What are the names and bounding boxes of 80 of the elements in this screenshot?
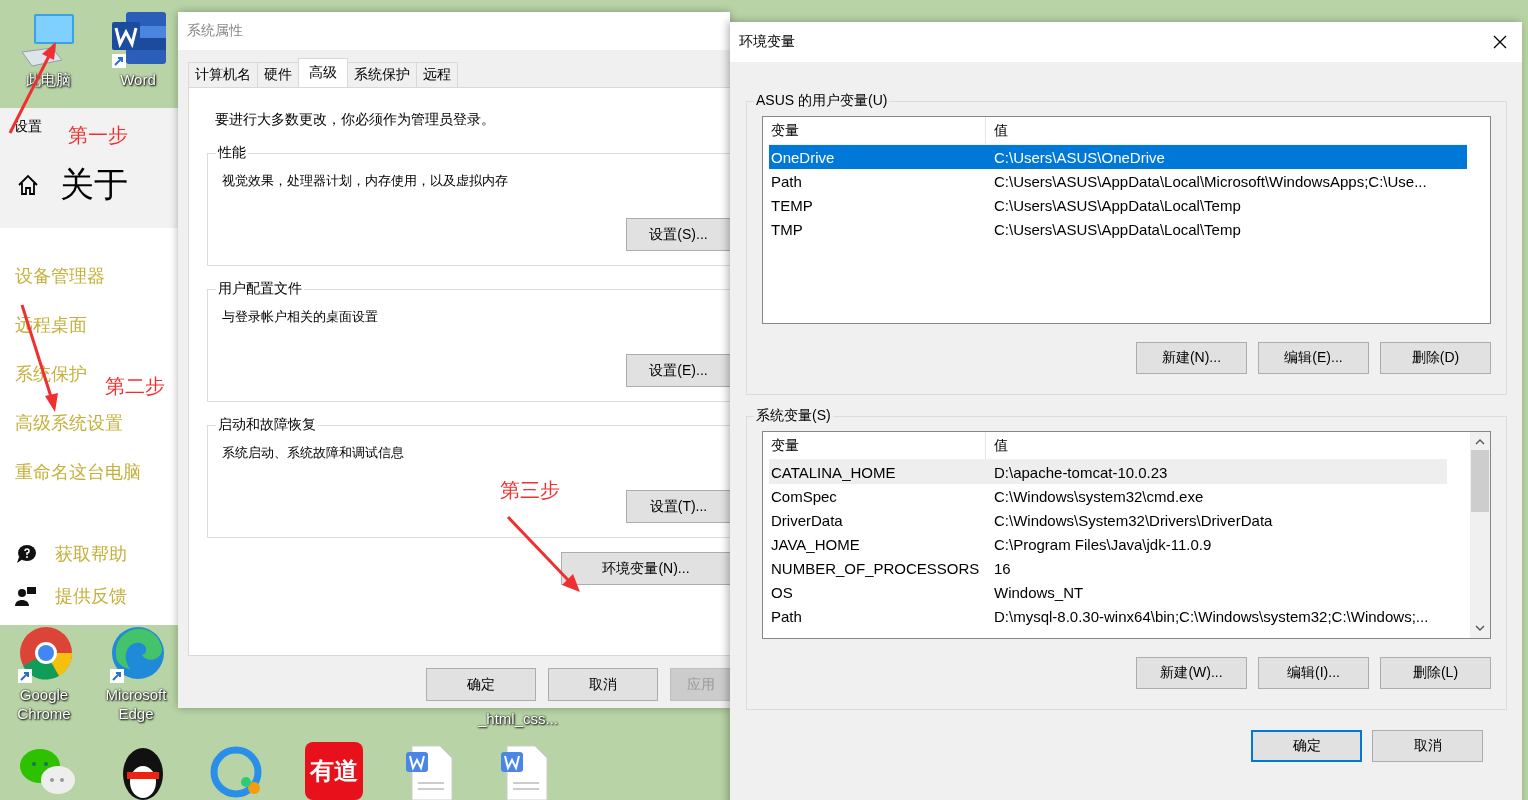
document-icon[interactable] [499,742,551,800]
list-button[interactable]: 编辑(I)... [1258,657,1369,689]
youdao-icon[interactable]: 有道 [305,742,363,800]
column-header[interactable]: 值 [986,117,1467,144]
column-header[interactable]: 值 [986,432,1447,459]
list-button[interactable]: 编辑(E)... [1258,342,1369,374]
tab[interactable]: 计算机名 [188,62,258,87]
scroll-up-icon[interactable] [1475,438,1485,446]
tab[interactable]: 远程 [416,62,458,87]
step-annotation: 第一步 [68,123,128,148]
environment-variables-button[interactable]: 环境变量(N)... [561,552,730,585]
variable-value: C:\Users\ASUS\AppData\Local\Microsoft\WindowsApps;C:\Use... [993,172,1428,190]
variable-name: DriverData [770,511,844,529]
variable-value: Windows_NT [993,583,1085,601]
group-description: 视觉效果，处理器计划，内存使用，以及虚拟内存 [222,172,508,190]
help-icon[interactable] [15,544,37,564]
scrollbar[interactable] [1470,432,1490,638]
variable-name: ComSpec [770,487,838,505]
settings-button[interactable]: 设置(S)... [626,218,730,251]
group-description: 系统启动、系统故障和调试信息 [222,444,404,462]
variable-value: 16 [993,559,1012,577]
variable-row[interactable]: TMP C:\Users\ASUS\AppData\Local\Temp [769,217,1467,241]
variable-value: C:\Windows\System32\Drivers\DriverData [993,511,1274,529]
notice-text: 要进行大多数更改，你必须作为管理员登录。 [215,111,495,129]
variable-row[interactable]: ComSpec C:\Windows\system32\cmd.exe [769,484,1447,508]
dialog-button[interactable]: 取消 [1372,730,1483,762]
variable-row[interactable]: TEMP C:\Users\ASUS\AppData\Local\Temp [769,193,1467,217]
dialog-button[interactable]: 取消 [548,668,659,701]
variable-name: JAVA_HOME [770,535,861,553]
document-icon[interactable] [404,742,456,800]
variable-name: NUMBER_OF_PROCESSORS [770,559,981,577]
group-title: 启动和故障恢复 [217,416,317,434]
variable-value: C:\Users\ASUS\OneDrive [993,148,1166,166]
variable-row[interactable]: OneDrive C:\Users\ASUS\OneDrive [769,145,1467,169]
variable-value: D:\apache-tomcat-10.0.23 [993,463,1169,481]
variable-value: C:\Windows\system32\cmd.exe [993,487,1205,505]
list-button[interactable]: 删除(D) [1380,342,1491,374]
variable-row[interactable]: OS Windows_NT [769,580,1447,604]
group-title: 用户配置文件 [217,280,303,298]
column-header[interactable]: 变量 [769,432,986,459]
page-heading: 关于 [60,164,128,205]
list-button[interactable]: 新建(N)... [1136,342,1247,374]
group-title: ASUS 的用户变量(U) [755,92,889,110]
variable-value: C:\Users\ASUS\AppData\Local\Temp [993,220,1242,238]
variable-name: CATALINA_HOME [770,463,897,481]
variable-name: TEMP [770,196,814,214]
variable-name: Path [770,607,803,625]
group-title: 系统变量(S) [755,407,832,425]
variable-name: TMP [770,220,804,238]
list-button[interactable]: 新建(W)... [1136,657,1247,689]
close-icon[interactable] [1493,35,1507,49]
column-header[interactable]: 变量 [769,117,986,144]
dialog-button[interactable]: 确定 [1251,730,1362,762]
dialog-button[interactable]: 确定 [426,668,537,701]
scroll-thumb[interactable] [1471,450,1489,512]
variable-value: C:\Users\ASUS\AppData\Local\Temp [993,196,1242,214]
variable-row[interactable]: DriverData C:\Windows\System32\Drivers\DriverData [769,508,1447,532]
scroll-down-icon[interactable] [1475,624,1485,632]
variable-row[interactable]: NUMBER_OF_PROCESSORS 16 [769,556,1447,580]
window-title: 环境变量 [739,33,795,51]
variable-value: C:\Program Files\Java\jdk-11.0.9 [993,535,1213,553]
list-button[interactable]: 删除(L) [1380,657,1491,689]
variable-name: Path [770,172,803,190]
variable-row[interactable]: CATALINA_HOME D:\apache-tomcat-10.0.23 [769,460,1447,484]
variable-row[interactable]: JAVA_HOME C:\Program Files\Java\jdk-11.0.9 [769,532,1447,556]
variable-row[interactable]: Path C:\Users\ASUS\AppData\Local\Microsoft\WindowsApps;C:\Use... [769,169,1467,193]
variable-value: D:\mysql-8.0.30-winx64\bin;C:\Windows\system32;C:\Windows;... [993,607,1430,625]
window-title: 系统属性 [187,22,243,40]
step-annotation: 第三步 [500,478,560,503]
home-icon[interactable] [16,173,40,197]
variable-row[interactable]: Path D:\mysql-8.0.30-winx64\bin;C:\Windows\system32;C:\Windows;... [769,604,1447,628]
feedback-icon[interactable] [15,586,37,606]
group-description: 与登录帐户相关的桌面设置 [222,308,378,326]
group-title: 性能 [216,144,247,162]
tab[interactable]: 高级 [298,58,348,87]
variable-name: OS [770,583,794,601]
variable-name: OneDrive [770,148,836,166]
step-annotation: 第二步 [105,374,165,399]
settings-button[interactable]: 设置(E)... [626,354,730,387]
settings-button[interactable]: 设置(T)... [626,490,730,523]
